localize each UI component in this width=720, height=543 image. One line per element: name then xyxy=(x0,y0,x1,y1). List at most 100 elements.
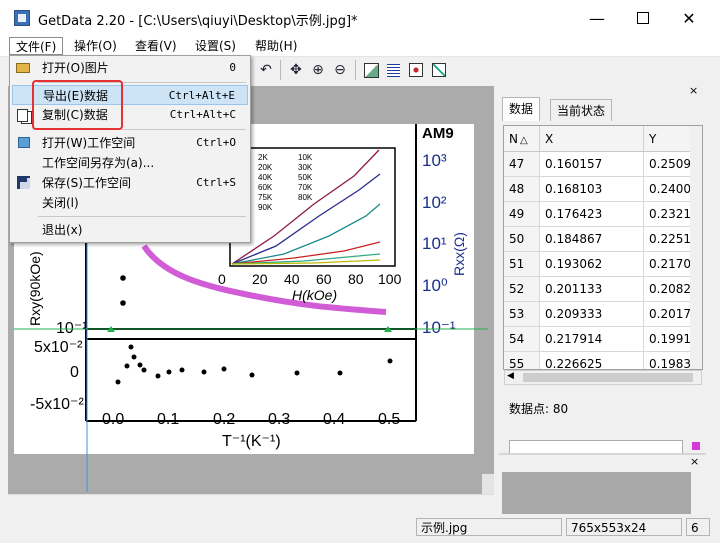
table-row[interactable]: 47 0.160157 0.250979 xyxy=(504,152,702,177)
menu-file[interactable]: 文件(F) xyxy=(9,37,64,55)
svg-text:0.5: 0.5 xyxy=(378,411,400,428)
inset-xlabel: H(kOe) xyxy=(292,287,337,303)
menu-open-workspace[interactable]: 打开(W)工作空间 Ctrl+O xyxy=(12,133,248,153)
menu-save-workspace-as[interactable]: 工作空间另存为(a)... xyxy=(12,153,248,173)
move-icon[interactable]: ✥ xyxy=(286,60,306,80)
cell-x[interactable]: 0.160157 xyxy=(540,152,644,177)
svg-text:-5x10⁻²: -5x10⁻² xyxy=(30,396,84,413)
cell-n[interactable]: 55 xyxy=(504,352,540,369)
horizontal-scrollbar[interactable] xyxy=(8,494,494,516)
svg-text:80K: 80K xyxy=(298,193,313,202)
tab-data[interactable]: 数据 xyxy=(502,97,541,121)
maximize-icon[interactable] xyxy=(620,0,666,36)
cell-n[interactable]: 47 xyxy=(504,152,540,177)
close-icon[interactable]: ✕ xyxy=(666,0,712,36)
menu-close[interactable]: 关闭(l) xyxy=(12,193,248,213)
table-row[interactable]: 55 0.226625 0.198376 xyxy=(504,352,702,369)
menu-save-workspace[interactable]: 保存(S)工作空间 Ctrl+S xyxy=(12,173,248,193)
table-row[interactable]: 53 0.209333 0.201721 xyxy=(504,302,702,327)
table-horizontal-scrollbar[interactable]: ◀ xyxy=(504,370,702,385)
cell-x[interactable]: 0.209333 xyxy=(540,302,644,327)
left-axis-label: Rxy(90kOe) xyxy=(27,251,43,326)
zoom-preview xyxy=(502,472,691,514)
table-row[interactable]: 49 0.176423 0.232131 xyxy=(504,202,702,227)
svg-text:50K: 50K xyxy=(298,173,313,182)
menu-view[interactable]: 查看(V) xyxy=(129,37,183,55)
grid-icon[interactable] xyxy=(383,60,403,80)
svg-text:40K: 40K xyxy=(258,173,273,182)
svg-text:10K: 10K xyxy=(298,153,313,162)
cell-x[interactable]: 0.176423 xyxy=(540,202,644,227)
svg-text:30K: 30K xyxy=(298,163,313,172)
copy-icon xyxy=(16,107,32,123)
cell-x[interactable]: 0.168103 xyxy=(540,177,644,202)
cell-n[interactable]: 50 xyxy=(504,227,540,252)
toolbar-separator xyxy=(355,60,356,80)
vertical-scrollbar[interactable] xyxy=(482,474,494,494)
svg-text:2K: 2K xyxy=(258,153,268,162)
app-icon[interactable] xyxy=(14,10,30,26)
table-row[interactable]: 48 0.168103 0.240047 xyxy=(504,177,702,202)
scroll-thumb[interactable] xyxy=(523,373,693,382)
cell-n[interactable]: 54 xyxy=(504,327,540,352)
cell-x[interactable]: 0.193062 xyxy=(540,252,644,277)
workspace-icon xyxy=(16,135,32,151)
color-swatch[interactable] xyxy=(692,442,700,450)
scroll-left-icon[interactable]: ◀ xyxy=(507,371,514,381)
table-vertical-scrollbar[interactable] xyxy=(690,126,702,369)
image-icon[interactable] xyxy=(361,60,381,80)
undo-icon[interactable]: ↶ xyxy=(256,60,276,80)
svg-text:0: 0 xyxy=(218,271,226,287)
cell-n[interactable]: 51 xyxy=(504,252,540,277)
table-row[interactable]: 51 0.193062 0.217073 xyxy=(504,252,702,277)
menu-exit[interactable]: 退出(x) xyxy=(12,220,248,240)
svg-text:0.1: 0.1 xyxy=(157,411,179,428)
cell-n[interactable]: 49 xyxy=(504,202,540,227)
cell-n[interactable]: 52 xyxy=(504,277,540,302)
menu-help[interactable]: 帮助(H) xyxy=(249,37,303,55)
svg-text:10⁻¹: 10⁻¹ xyxy=(422,318,456,337)
cell-x[interactable]: 0.217914 xyxy=(540,327,644,352)
svg-text:0.4: 0.4 xyxy=(323,411,345,428)
tab-current-state[interactable]: 当前状态 xyxy=(550,99,613,121)
svg-text:70K: 70K xyxy=(298,183,313,192)
svg-text:0: 0 xyxy=(70,364,79,381)
data-table[interactable]: N △ X Y 47 0.160157 0.250979 48 0.168103 0.240… xyxy=(503,125,703,370)
cell-x[interactable]: 0.226625 xyxy=(540,352,644,369)
table-row[interactable]: 52 0.201133 0.208271 xyxy=(504,277,702,302)
column-header-x[interactable]: X xyxy=(540,126,644,152)
table-row[interactable]: 54 0.217914 0.1991 xyxy=(504,327,702,352)
svg-text:80: 80 xyxy=(348,271,364,287)
svg-text:100: 100 xyxy=(378,271,402,287)
menu-operation[interactable]: 操作(O) xyxy=(68,37,123,55)
cell-x[interactable]: 0.184867 xyxy=(540,227,644,252)
svg-text:10⁰: 10⁰ xyxy=(422,276,448,295)
highlight-annotation-box xyxy=(32,80,123,130)
xlabel: T⁻¹(K⁻¹) xyxy=(222,433,281,450)
minimize-icon[interactable]: — xyxy=(574,0,620,36)
svg-text:20K: 20K xyxy=(258,163,273,172)
table-row[interactable]: 50 0.184867 0.225182 xyxy=(504,227,702,252)
status-extra: 6 xyxy=(686,518,710,536)
svg-text:10³: 10³ xyxy=(422,151,447,170)
svg-text:60K: 60K xyxy=(258,183,273,192)
svg-text:60: 60 xyxy=(316,271,332,287)
cell-n[interactable]: 53 xyxy=(504,302,540,327)
cell-n[interactable]: 48 xyxy=(504,177,540,202)
status-filename: 示例.jpg xyxy=(416,518,562,536)
preview-close-icon[interactable]: × xyxy=(690,455,699,468)
svg-text:90K: 90K xyxy=(258,203,273,212)
line-chart-icon[interactable] xyxy=(429,60,449,80)
zoom-out-icon[interactable]: ⊖ xyxy=(330,60,350,80)
svg-text:0.2: 0.2 xyxy=(213,411,235,428)
points-icon[interactable] xyxy=(406,60,426,80)
right-axis-label: Rxx(Ω) xyxy=(451,232,467,276)
svg-text:5x10⁻²: 5x10⁻² xyxy=(34,339,83,356)
column-header-n[interactable]: N △ xyxy=(504,126,540,152)
preview-field[interactable] xyxy=(509,440,683,453)
cell-x[interactable]: 0.201133 xyxy=(540,277,644,302)
menu-settings[interactable]: 设置(S) xyxy=(189,37,242,55)
menu-open-image[interactable]: 打开(O)图片 0 xyxy=(12,58,248,78)
panel-close-icon[interactable]: × xyxy=(689,84,698,97)
zoom-in-icon[interactable]: ⊕ xyxy=(308,60,328,80)
